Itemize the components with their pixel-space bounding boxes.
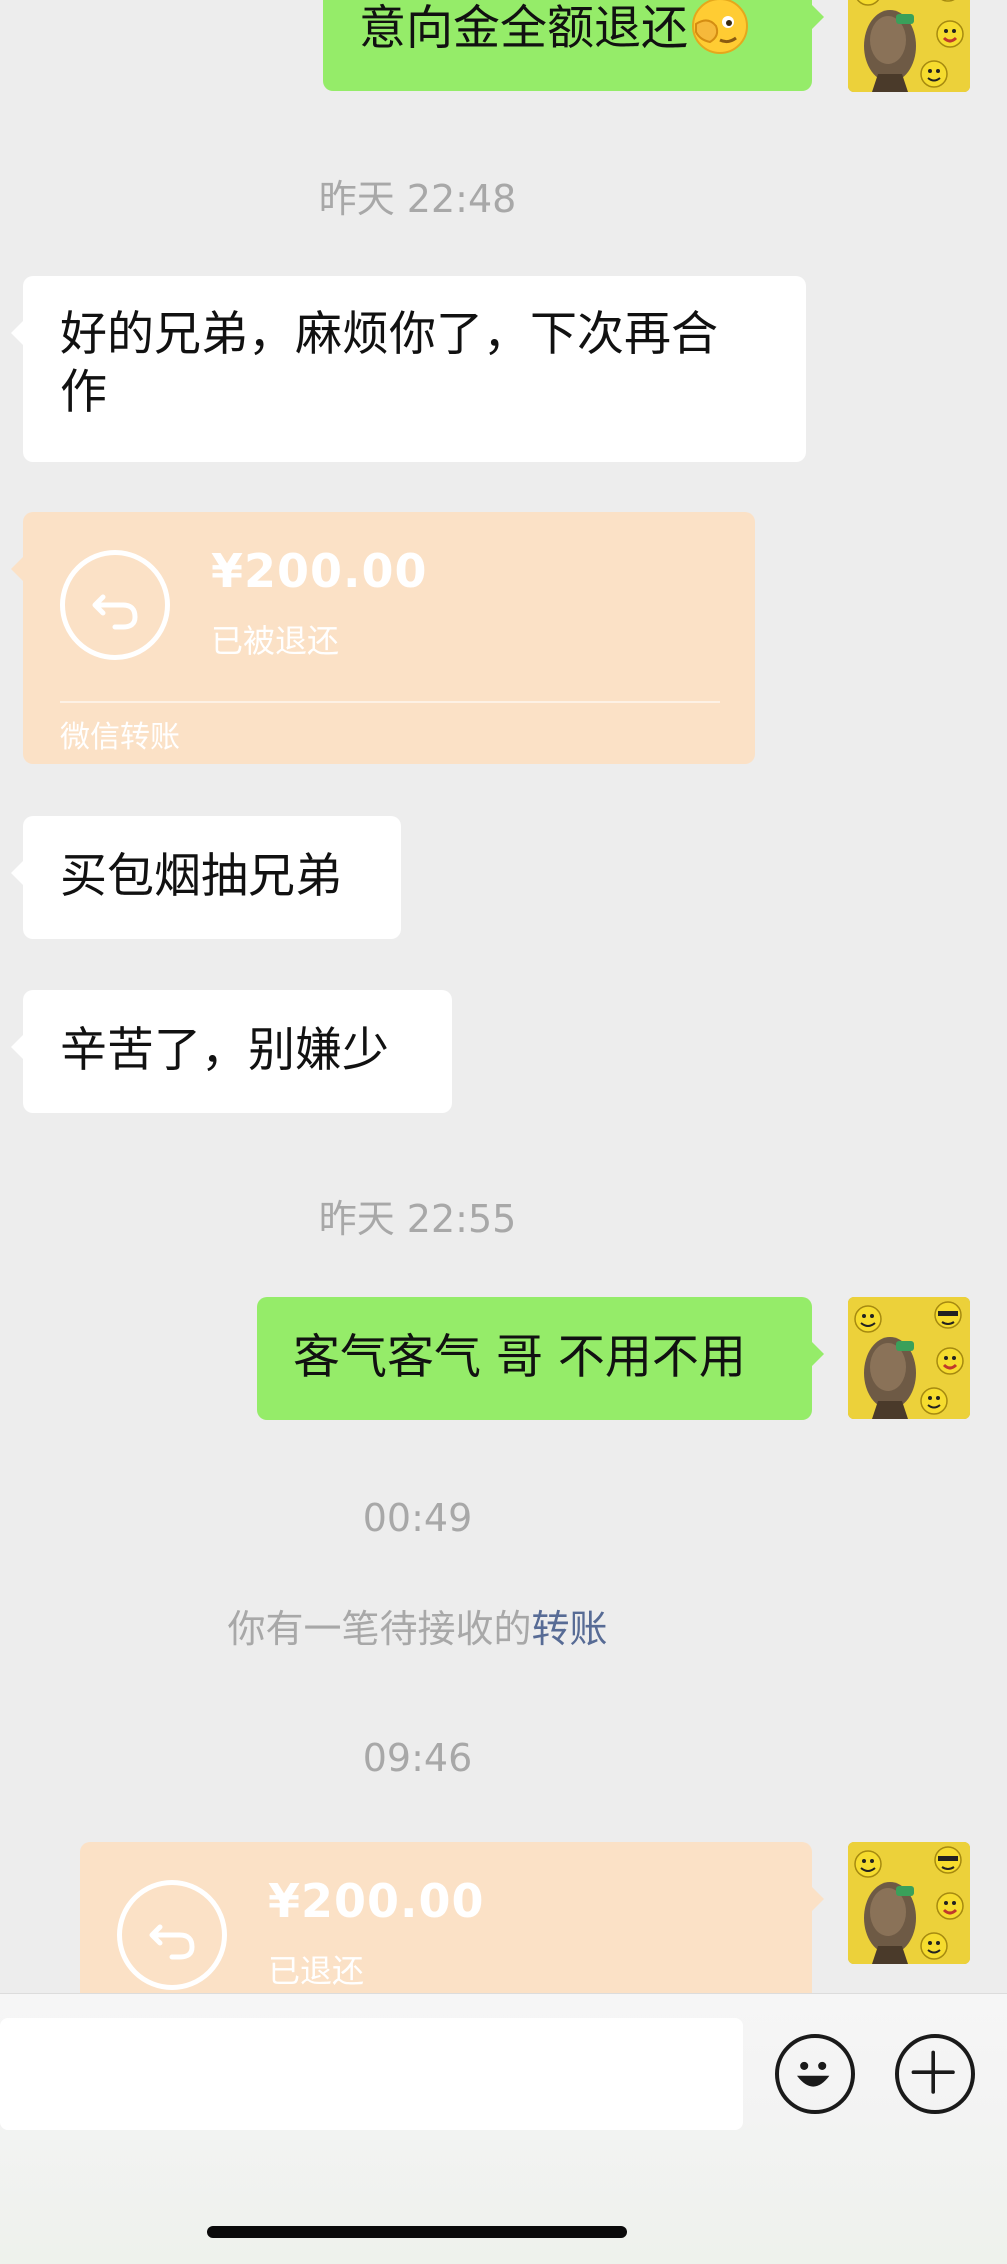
message-text: 客气客气 哥 不用不用 (293, 1330, 746, 1385)
transfer-status: 已退还 (268, 1952, 365, 1990)
transfer-link[interactable]: 转账 (532, 1607, 608, 1651)
timestamp: 昨天 22:55 (318, 1197, 517, 1241)
home-indicator[interactable] (207, 2226, 627, 2238)
smile-face-icon[interactable] (775, 2034, 855, 2114)
system-notice-text: 你有一笔待接收的 (227, 1607, 532, 1651)
chat-area: 意向金全额退还 昨天 22:48 好的兄弟，麻烦你了，下次再合 作 ¥200.0… (0, 0, 1007, 1993)
message-text-line: 作 (60, 365, 107, 420)
outgoing-message[interactable]: 客气客气 哥 不用不用 (257, 1297, 824, 1420)
return-arrow-icon (60, 550, 170, 660)
avatar[interactable] (848, 1297, 970, 1419)
incoming-message[interactable]: 好的兄弟，麻烦你了，下次再合 作 (11, 276, 806, 462)
message-text: 辛苦了，别嫌少 (60, 1023, 389, 1078)
outgoing-message[interactable]: 意向金全额退还 (323, 0, 824, 91)
timestamp: 00:49 (362, 1496, 473, 1540)
message-text: 买包烟抽兄弟 (60, 849, 342, 904)
transfer-brand: 微信转账 (60, 720, 180, 755)
message-text-line: 好的兄弟，麻烦你了，下次再合 (60, 307, 718, 362)
return-arrow-icon (117, 1880, 227, 1990)
incoming-message[interactable]: 买包烟抽兄弟 (11, 816, 401, 939)
transfer-amount: ¥200.00 (211, 544, 428, 598)
transfer-card[interactable]: ¥200.00 已被退还 微信转账 (11, 512, 755, 764)
avatar[interactable] (848, 1842, 970, 1964)
avatar[interactable] (848, 0, 970, 92)
transfer-status: 已被退还 (211, 622, 340, 660)
transfer-card[interactable]: ¥200.00 已退还 (80, 1842, 824, 1993)
divider (60, 701, 720, 703)
message-input[interactable] (0, 2018, 743, 2130)
timestamp: 昨天 22:48 (318, 177, 517, 221)
system-notice: 你有一笔待接收的转账 (0, 1598, 835, 1653)
input-bar (0, 1993, 1007, 2264)
face-with-hand-over-eye-emoji-icon (690, 0, 750, 56)
transfer-amount: ¥200.00 (268, 1874, 485, 1928)
incoming-message[interactable]: 辛苦了，别嫌少 (11, 990, 452, 1113)
message-text: 意向金全额退还 (359, 1, 688, 56)
plus-circle-icon[interactable] (895, 2034, 975, 2114)
timestamp: 09:46 (362, 1736, 473, 1780)
